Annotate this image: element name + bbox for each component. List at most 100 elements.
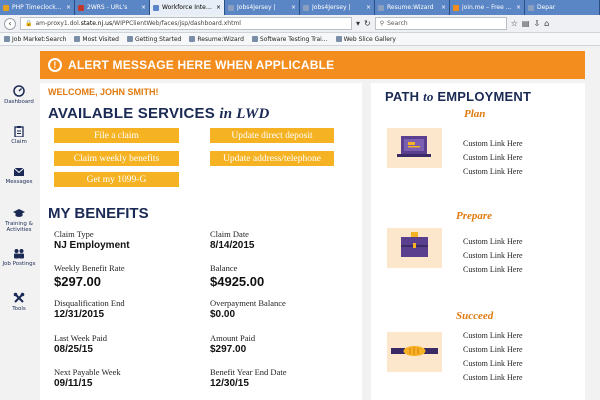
claim-weekly-benefits-button[interactable]: Claim weekly benefits xyxy=(54,151,179,166)
dropdown-icon[interactable]: ▾ xyxy=(356,19,360,28)
lock-icon: 🔒 xyxy=(25,20,33,27)
url-actions: ▾ ↻ xyxy=(356,19,371,28)
sidebar-item-claim[interactable]: Claim xyxy=(0,125,38,145)
home-icon[interactable]: ⌂ xyxy=(544,19,549,28)
browser-tab[interactable]: Jobs4Jersey | × xyxy=(300,0,375,15)
close-tab-icon[interactable]: × xyxy=(216,4,221,11)
benefit-value: $0.00 xyxy=(210,309,236,320)
available-services-heading: AVAILABLE SERVICES in LWD xyxy=(48,105,270,122)
close-tab-icon[interactable]: × xyxy=(516,4,521,11)
stage-plan-title: Plan xyxy=(464,108,486,120)
benefit-label: Amount Paid xyxy=(210,333,256,343)
tab-favicon-icon xyxy=(378,4,384,11)
sidebar-item-dashboard[interactable]: Dashboard xyxy=(0,85,38,105)
briefcase-icon xyxy=(401,232,428,257)
browser-tab-active[interactable]: Workforce Integrated P...× xyxy=(150,0,225,15)
tab-favicon-icon xyxy=(303,4,309,11)
custom-link[interactable]: Custom Link Here xyxy=(463,331,523,340)
tab-favicon-icon xyxy=(228,4,234,11)
browser-tab[interactable]: Resume:Wizard × xyxy=(375,0,450,15)
tab-favicon-icon xyxy=(78,4,84,11)
custom-link[interactable]: Custom Link Here xyxy=(463,265,523,274)
benefit-value: $297.00 xyxy=(54,274,101,289)
succeed-illustration xyxy=(387,332,442,372)
custom-link[interactable]: Custom Link Here xyxy=(463,373,523,382)
toolbar-icons: ☆ ▤ ⇩ ⌂ xyxy=(511,19,550,28)
tab-favicon-icon xyxy=(528,4,534,11)
bookmark-item[interactable]: Web Slice Gallery xyxy=(335,36,396,43)
update-direct-deposit-button[interactable]: Update direct deposit xyxy=(210,128,334,143)
sidebar-item-job-postings[interactable]: Job Postings xyxy=(0,248,38,267)
benefit-label: Last Week Paid xyxy=(54,333,107,343)
my-benefits-heading: MY BENEFITS xyxy=(48,205,149,222)
dashboard-icon xyxy=(13,85,25,97)
tools-icon xyxy=(13,292,25,303)
custom-link[interactable]: Custom Link Here xyxy=(463,237,523,246)
sidebar-item-tools[interactable]: Tools xyxy=(0,292,38,312)
browser-navbar: ‹ 🔒 am-proxy1.dol. state.nj.us/WIPPClient… xyxy=(0,15,600,33)
download-icon[interactable]: ⇩ xyxy=(533,19,540,28)
main-panel: WELCOME, JOHN SMITH! AVAILABLE SERVICES … xyxy=(40,83,362,400)
benefit-value: $297.00 xyxy=(210,344,247,355)
close-tab-icon[interactable]: × xyxy=(441,4,446,11)
benefit-value: $4925.00 xyxy=(210,274,265,289)
reload-icon[interactable]: ↻ xyxy=(364,19,371,28)
browser-tab[interactable]: 2WRS - URL's × xyxy=(75,0,150,15)
tab-favicon-icon xyxy=(453,4,459,11)
benefit-value: 08/25/15 xyxy=(54,344,93,355)
sidebar-item-messages[interactable]: Messages xyxy=(0,167,38,185)
search-input[interactable]: ⚲ Search xyxy=(374,17,507,30)
bookmark-item[interactable]: Job Market:Search xyxy=(4,36,66,43)
close-tab-icon[interactable]: × xyxy=(141,4,146,11)
bookmarks-bar: Job Market:Search Most Visited Getting S… xyxy=(0,33,600,46)
back-button[interactable]: ‹ xyxy=(4,17,16,30)
custom-link[interactable]: Custom Link Here xyxy=(463,359,523,368)
prepare-illustration xyxy=(387,228,442,268)
bookmark-item[interactable]: Software Testing Trai... xyxy=(251,36,328,43)
address-bar[interactable]: 🔒 am-proxy1.dol. state.nj.us/WIPPClientWe… xyxy=(20,17,352,30)
clipboard-icon xyxy=(14,126,24,137)
close-tab-icon[interactable]: × xyxy=(66,4,71,11)
custom-link[interactable]: Custom Link Here xyxy=(463,345,523,354)
benefit-label: Overpayment Balance xyxy=(210,298,286,308)
benefit-value: 12/31/2015 xyxy=(54,309,105,320)
sidebar-item-training[interactable]: Training & Activities xyxy=(0,208,38,233)
handshake-icon xyxy=(391,346,438,356)
custom-link[interactable]: Custom Link Here xyxy=(463,139,523,148)
custom-link[interactable]: Custom Link Here xyxy=(463,167,523,176)
close-tab-icon[interactable]: × xyxy=(291,4,296,11)
custom-link[interactable]: Custom Link Here xyxy=(463,153,523,162)
bookmark-icon xyxy=(189,36,196,42)
get-1099g-button[interactable]: Get my 1099-G xyxy=(54,172,179,187)
file-claim-button[interactable]: File a claim xyxy=(54,128,179,143)
browser-tab[interactable]: Depar xyxy=(525,0,600,15)
graduation-cap-icon xyxy=(13,209,25,217)
sidebar: Dashboard Claim Messages Training & Acti… xyxy=(0,80,38,400)
alert-text: ALERT MESSAGE HERE WHEN APPLICABLE xyxy=(68,58,335,72)
alert-banner: ! ALERT MESSAGE HERE WHEN APPLICABLE xyxy=(40,51,585,79)
browser-tab[interactable]: Jobs4Jersey | × xyxy=(225,0,300,15)
close-tab-icon[interactable]: × xyxy=(366,4,371,11)
bookmark-item[interactable]: Resume:Wizard xyxy=(189,36,244,43)
bookmarks-icon[interactable]: ▤ xyxy=(522,19,530,28)
benefit-label: Balance xyxy=(210,263,238,273)
bookmark-icon xyxy=(4,36,10,42)
benefit-value: 8/14/2015 xyxy=(210,240,255,251)
tab-favicon-icon xyxy=(153,4,159,11)
benefit-value: 12/30/15 xyxy=(210,378,249,389)
custom-link[interactable]: Custom Link Here xyxy=(463,251,523,260)
laptop-icon xyxy=(397,136,431,157)
star-icon[interactable]: ☆ xyxy=(511,19,518,28)
envelope-icon xyxy=(13,167,25,176)
path-to-employment-panel: PATH to EMPLOYMENT Plan Custom Link Here… xyxy=(371,83,585,400)
bookmark-icon xyxy=(126,36,133,42)
bookmark-item[interactable]: Most Visited xyxy=(74,36,119,43)
browser-tab[interactable]: PHP Timeclock for D...× xyxy=(0,0,75,15)
people-icon xyxy=(14,249,24,259)
alert-icon: ! xyxy=(48,58,62,72)
browser-tab[interactable]: join.me – Free Scre...× xyxy=(450,0,525,15)
benefit-label: Benefit Year End Date xyxy=(210,367,287,377)
benefit-value: 09/11/15 xyxy=(54,378,93,389)
update-address-button[interactable]: Update address/telephone xyxy=(210,151,334,166)
bookmark-item[interactable]: Getting Started xyxy=(126,36,181,43)
